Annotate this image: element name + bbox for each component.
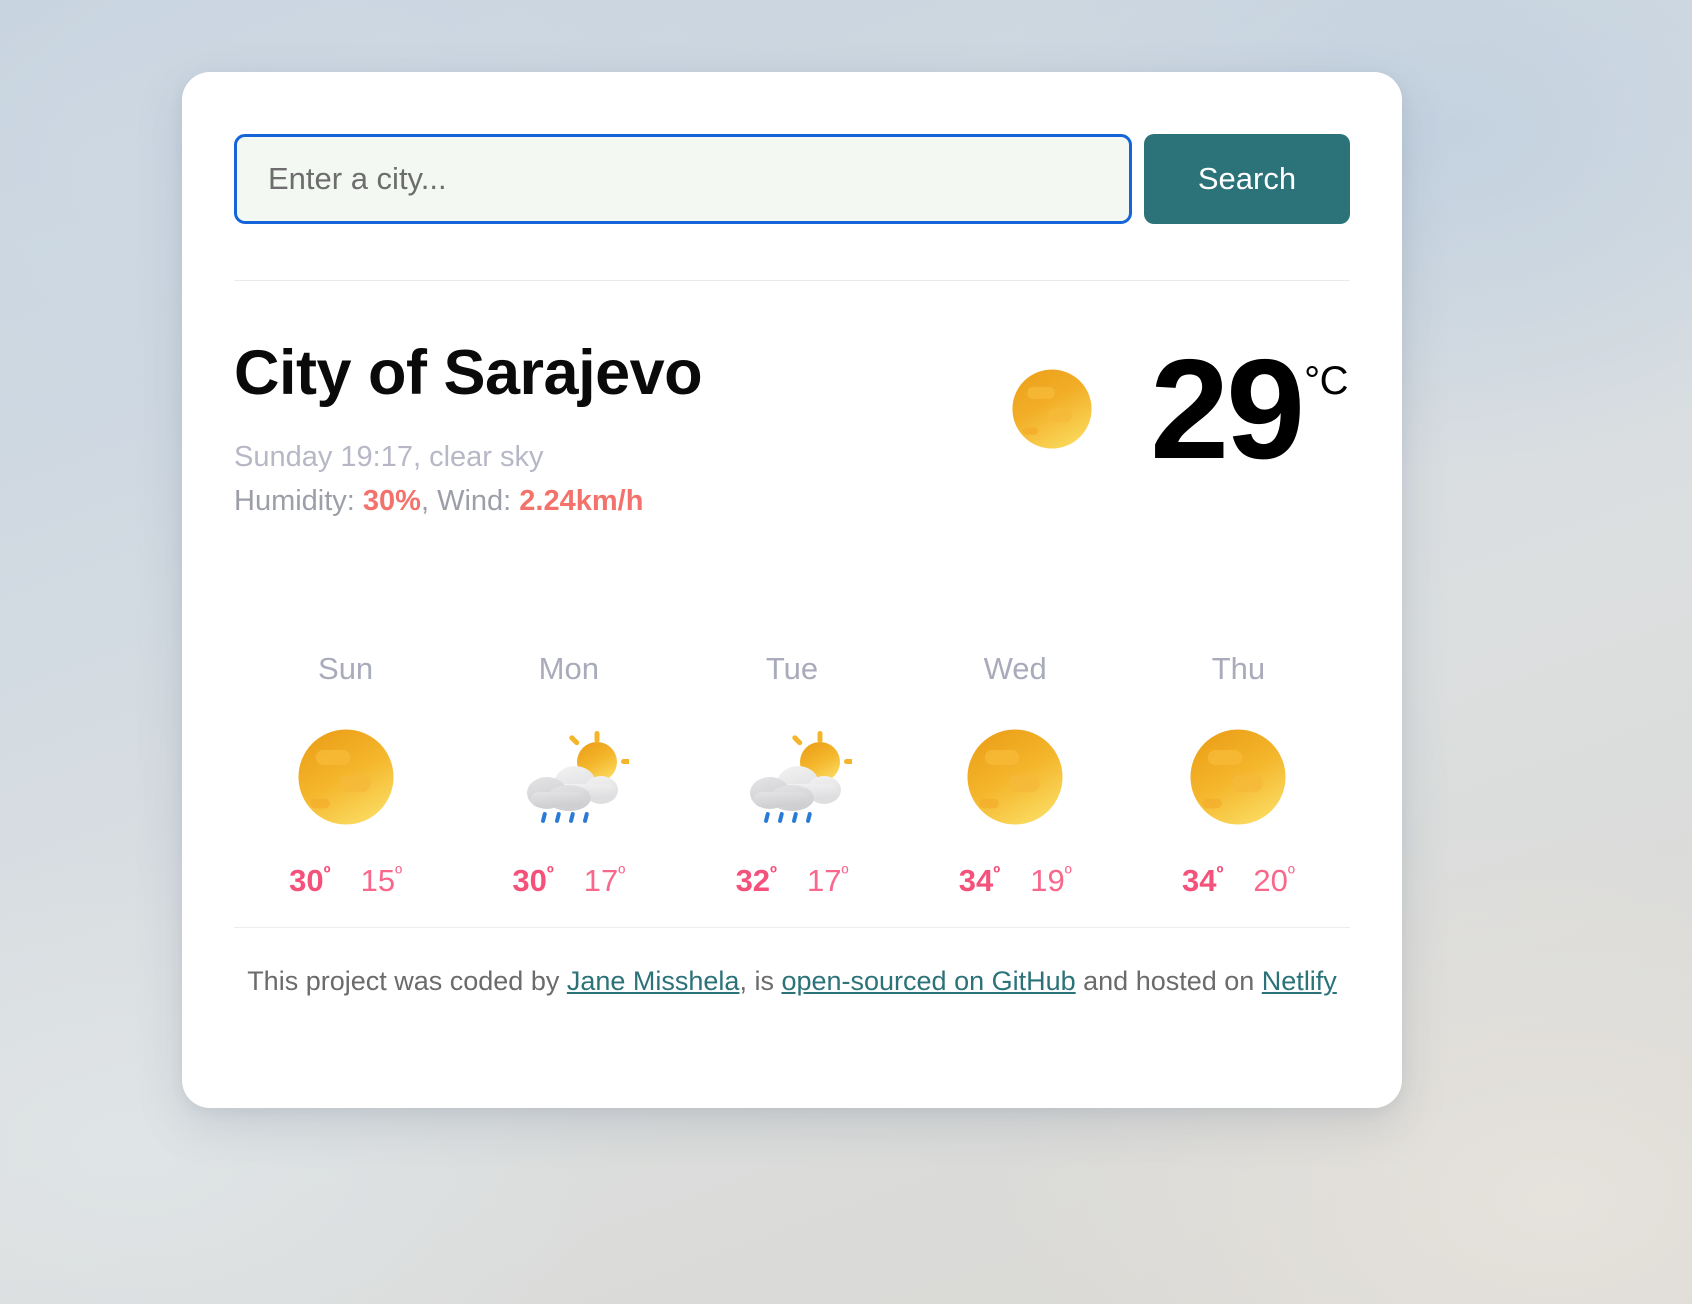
search-button[interactable]: Search (1144, 134, 1350, 224)
temperature-unit: °C (1304, 359, 1348, 403)
forecast-icon-wrapper (727, 717, 857, 837)
forecast-temps: 30º 17º (512, 863, 625, 899)
sun-icon (1190, 729, 1286, 825)
rain-sun-icon (750, 731, 852, 824)
forecast-temp-max: 34º (1181, 863, 1224, 899)
forecast-temp-max: 30º (512, 863, 554, 899)
footer-credit: This project was coded by Jane Misshela,… (234, 966, 1350, 997)
weather-card: Search City of Sarajevo Sunday 19:17, cl… (182, 72, 1402, 1108)
forecast-temps: 34º 20º (1182, 863, 1295, 899)
humidity-label: Humidity: (234, 485, 363, 518)
forecast-day-label: Mon (538, 651, 599, 687)
forecast-temps: 34º 19º (959, 863, 1072, 899)
forecast-day-thu: Thu 34º 20º (1127, 651, 1350, 899)
forecast-temp-max: 34º (958, 863, 1001, 899)
forecast-day-label: Thu (1211, 651, 1266, 687)
sun-icon (1012, 369, 1092, 449)
forecast-temp-min: 19º (1030, 863, 1072, 899)
current-weather: City of Sarajevo Sunday 19:17, clear sky… (234, 281, 1350, 523)
forecast-day-label: Wed (983, 651, 1047, 687)
temperature-display: 29 °C (1150, 330, 1348, 489)
forecast-temp-max: 30º (289, 863, 331, 899)
forecast-day-label: Tue (765, 651, 819, 687)
forecast-icon-wrapper (1173, 717, 1303, 837)
footer-text-3: and hosted on (1075, 966, 1262, 997)
forecast-temps: 32º 17º (736, 863, 849, 899)
forecast-icon-wrapper (281, 717, 411, 837)
sun-icon (298, 729, 394, 825)
temperature-value: 29 (1150, 330, 1305, 489)
conditions-text: Sunday 19:17, clear sky (234, 441, 544, 474)
forecast-icon-wrapper (504, 717, 634, 837)
forecast-temp-max: 32º (735, 863, 777, 899)
search-form: Search (234, 72, 1350, 224)
netlify-link[interactable]: Netlify (1262, 966, 1337, 996)
forecast-temp-min: 17º (807, 863, 849, 899)
forecast-day-label: Sun (318, 651, 374, 687)
footer-text-2: , is (739, 966, 782, 997)
current-temperature-group: 29 °C (1006, 330, 1350, 489)
wind-label: , Wind: (420, 485, 520, 518)
forecast-temp-min: 15º (360, 863, 403, 899)
forecast-temp-min: 20º (1253, 863, 1295, 899)
wind-value: 2.24km/h (519, 485, 644, 518)
github-link[interactable]: open-sourced on GitHub (781, 966, 1075, 996)
forecast-temps: 30º 15º (289, 863, 402, 899)
bottom-divider (234, 927, 1350, 929)
forecast-icon-wrapper (950, 717, 1080, 837)
humidity-wind-line: Humidity: 30%, Wind: 2.24km/h (234, 479, 702, 523)
humidity-value: 30% (362, 485, 421, 518)
forecast-day-wed: Wed 34º 19º (904, 651, 1127, 899)
forecast-temp-min: 17º (583, 863, 626, 899)
footer-text-1: This project was coded by (247, 966, 567, 997)
current-weather-details: City of Sarajevo Sunday 19:17, clear sky… (234, 337, 703, 523)
rain-sun-icon (526, 731, 629, 824)
forecast-day-tue: Tue 32º 17º (680, 651, 903, 899)
city-search-input[interactable] (234, 134, 1132, 224)
forecast-day-mon: Mon 30º 17º (457, 651, 680, 899)
forecast-row: Sun 30º 15º Mon 30º 17º Tue 32º 17º Wed … (234, 651, 1350, 899)
city-name: City of Sarajevo (234, 338, 703, 408)
forecast-day-sun: Sun 30º 15º (234, 651, 457, 899)
sun-icon (967, 729, 1063, 825)
author-link[interactable]: Jane Misshela (567, 966, 740, 996)
